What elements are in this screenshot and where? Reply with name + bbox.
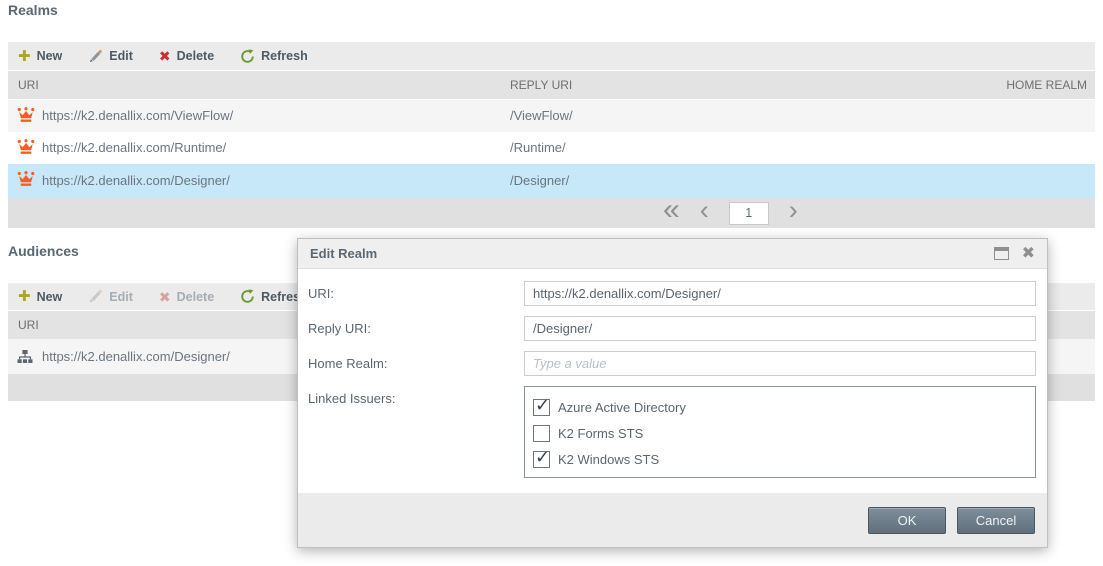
crown-icon <box>17 171 35 190</box>
home-realm-field-label: Home Realm: <box>308 351 524 376</box>
realms-refresh-button[interactable]: Refresh <box>240 49 308 64</box>
realm-uri: https://k2.denallix.com/Designer/ <box>42 173 230 188</box>
realm-row-designer[interactable]: https://k2.denallix.com/Designer/ /Desig… <box>8 164 1095 198</box>
realms-edit-button[interactable]: Edit <box>88 49 133 64</box>
realms-delete-button[interactable]: ✖ Delete <box>159 49 214 63</box>
reply-uri-input[interactable] <box>524 316 1036 341</box>
audiences-title: Audiences <box>8 243 79 259</box>
k2-management-page: Realms ✚ New Edit ✖ Delete <box>0 0 1103 566</box>
linked-issuers-list: Azure Active Directory K2 Forms STS K2 W… <box>524 386 1036 478</box>
realm-reply-uri: /Designer/ <box>510 173 569 188</box>
uri-input[interactable] <box>524 281 1036 306</box>
linked-issuers-field-row: Linked Issuers: Azure Active Directory K… <box>308 386 1036 478</box>
home-realm-field-row: Home Realm: <box>308 351 1036 376</box>
audiences-delete-button[interactable]: ✖ Delete <box>159 290 214 304</box>
plus-icon: ✚ <box>18 289 31 304</box>
reply-uri-field-row: Reply URI: <box>308 316 1036 341</box>
next-page-icon[interactable]: › <box>789 197 798 224</box>
home-realm-input[interactable] <box>524 351 1036 376</box>
org-chart-icon <box>17 349 33 367</box>
reply-uri-field-label: Reply URI: <box>308 316 524 341</box>
plus-icon: ✚ <box>18 49 31 64</box>
uri-field-row: URI: <box>308 281 1036 306</box>
issuer-option-azure-ad[interactable]: Azure Active Directory <box>533 394 1027 420</box>
ok-button[interactable]: OK <box>868 507 946 534</box>
pencil-icon <box>88 49 103 64</box>
issuer-label: Azure Active Directory <box>558 400 686 415</box>
realms-pagination-bar: « ‹ 1 › <box>8 198 1095 228</box>
realms-title: Realms <box>8 2 58 18</box>
pagination-controls: « ‹ 1 › <box>663 198 798 228</box>
dialog-title: Edit Realm <box>310 246 994 261</box>
audiences-edit-button[interactable]: Edit <box>88 289 133 304</box>
delete-button-label: Delete <box>177 290 215 304</box>
column-header-home-realm: HOME REALM <box>1006 78 1087 92</box>
realm-row-viewflow[interactable]: https://k2.denallix.com/ViewFlow/ /ViewF… <box>8 100 1095 132</box>
close-icon[interactable]: ✖ <box>1022 246 1035 262</box>
delete-x-icon: ✖ <box>159 49 171 63</box>
checkbox-k2-windows-sts[interactable] <box>533 451 550 468</box>
crown-icon <box>17 107 35 126</box>
pencil-icon <box>88 289 103 304</box>
refresh-icon <box>240 289 255 304</box>
linked-issuers-field-label: Linked Issuers: <box>308 386 524 411</box>
issuer-label: K2 Windows STS <box>558 452 659 467</box>
page-number-box[interactable]: 1 <box>729 202 769 225</box>
realms-new-button[interactable]: ✚ New <box>18 49 62 64</box>
checkbox-azure-ad[interactable] <box>533 399 550 416</box>
delete-x-icon: ✖ <box>159 290 171 304</box>
realms-grid-header: URI REPLY URI HOME REALM <box>8 71 1095 99</box>
audience-uri: https://k2.denallix.com/Designer/ <box>42 349 230 364</box>
edit-button-label: Edit <box>109 49 133 63</box>
dialog-title-bar: Edit Realm ✖ <box>298 239 1047 269</box>
dialog-footer: OK Cancel <box>298 493 1047 547</box>
prev-page-icon[interactable]: ‹ <box>700 197 709 224</box>
realm-uri: https://k2.denallix.com/Runtime/ <box>42 140 226 155</box>
refresh-button-label: Refresh <box>261 49 308 63</box>
issuer-option-k2-windows-sts[interactable]: K2 Windows STS <box>533 446 1027 472</box>
delete-button-label: Delete <box>177 49 215 63</box>
realm-row-runtime[interactable]: https://k2.denallix.com/Runtime/ /Runtim… <box>8 132 1095 164</box>
checkbox-k2-forms-sts[interactable] <box>533 425 550 442</box>
cancel-button[interactable]: Cancel <box>957 507 1035 534</box>
first-page-icon[interactable]: « <box>663 195 680 225</box>
realm-uri: https://k2.denallix.com/ViewFlow/ <box>42 108 233 123</box>
edit-realm-dialog: Edit Realm ✖ URI: Reply URI: Home Realm:… <box>297 238 1048 548</box>
edit-button-label: Edit <box>109 290 133 304</box>
audiences-new-button[interactable]: ✚ New <box>18 289 62 304</box>
issuer-label: K2 Forms STS <box>558 426 643 441</box>
realms-toolbar: ✚ New Edit ✖ Delete <box>8 42 1095 70</box>
dialog-body: URI: Reply URI: Home Realm: Linked Issue… <box>298 269 1047 493</box>
column-header-reply-uri: REPLY URI <box>510 78 572 92</box>
maximize-icon[interactable] <box>994 247 1009 260</box>
refresh-icon <box>240 49 255 64</box>
issuer-option-k2-forms-sts[interactable]: K2 Forms STS <box>533 420 1027 446</box>
new-button-label: New <box>37 49 63 63</box>
uri-field-label: URI: <box>308 281 524 306</box>
new-button-label: New <box>37 290 63 304</box>
crown-icon <box>17 139 35 158</box>
column-header-uri: URI <box>18 78 39 92</box>
realm-reply-uri: /Runtime/ <box>510 140 566 155</box>
realm-reply-uri: /ViewFlow/ <box>510 108 573 123</box>
column-header-uri: URI <box>18 318 39 332</box>
